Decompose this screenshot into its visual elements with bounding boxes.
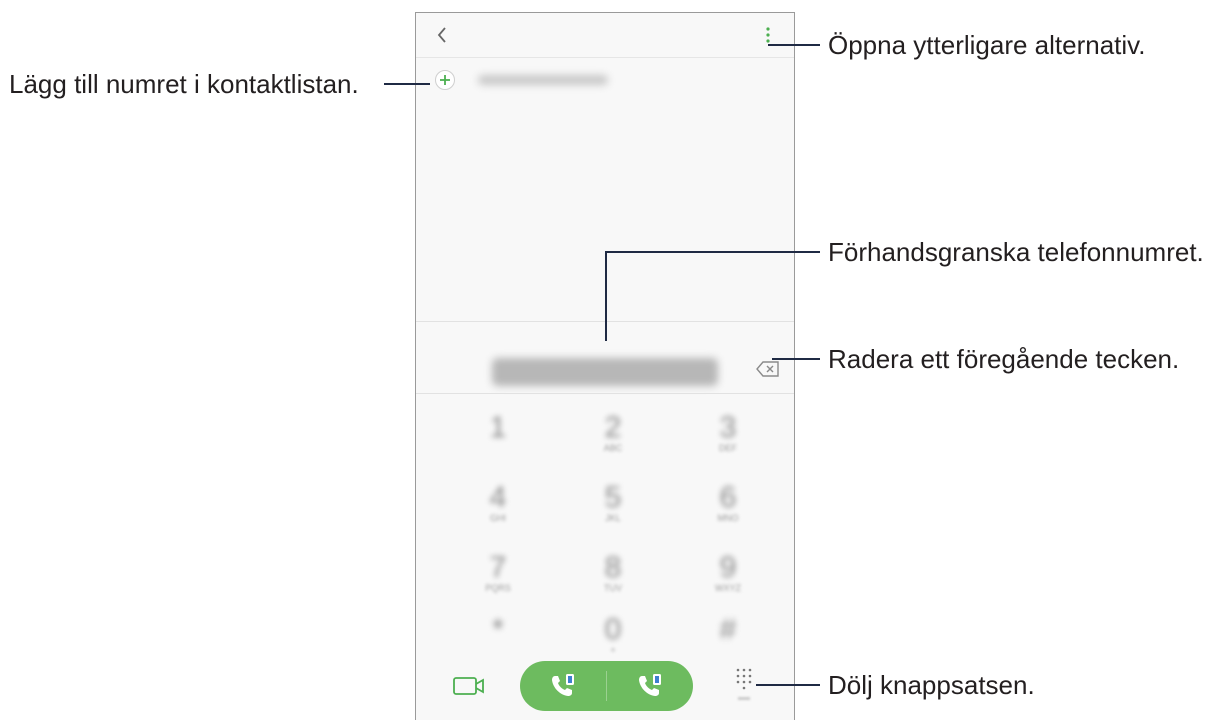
annotation-preview-number: Förhandsgranska telefonnumret. xyxy=(828,237,1204,267)
more-options-button[interactable] xyxy=(762,25,774,45)
backspace-button[interactable] xyxy=(755,360,781,378)
keypad-key[interactable]: 3 DEF xyxy=(706,411,750,454)
call-sim1-button[interactable] xyxy=(520,661,606,711)
leader-preview-number-v xyxy=(605,251,607,341)
annotation-more-options: Öppna ytterligare alternativ. xyxy=(828,30,1146,60)
keypad-letters: GHI xyxy=(489,513,506,523)
video-call-button[interactable] xyxy=(452,675,486,697)
leader-hide-keypad xyxy=(756,684,820,686)
keypad-digit: 3 xyxy=(719,411,737,444)
call-sim2-button[interactable] xyxy=(607,661,693,711)
more-vertical-icon xyxy=(766,27,770,43)
app-header xyxy=(416,13,794,58)
annotation-hide-keypad: Dölj knappsatsen. xyxy=(828,670,1035,700)
keypad-digit: 5 xyxy=(604,481,622,514)
video-camera-icon xyxy=(453,677,484,695)
keypad-letters: JKL xyxy=(605,513,621,523)
hide-keypad-button[interactable] xyxy=(732,665,756,705)
keypad-letters: ABC xyxy=(603,443,623,453)
keypad-digit: # xyxy=(719,613,737,646)
keypad-digit: 8 xyxy=(604,551,622,584)
back-button[interactable] xyxy=(434,25,452,45)
phone-number-preview xyxy=(492,358,718,386)
keypad-key[interactable]: 4 GHI xyxy=(476,481,520,524)
chevron-left-icon xyxy=(437,27,446,43)
backspace-icon xyxy=(756,361,779,377)
keypad-letters: TUV xyxy=(604,583,622,593)
keypad-digit: 4 xyxy=(489,481,507,514)
keypad-digit: 2 xyxy=(604,411,622,444)
keypad-key[interactable]: 9 WXYZ xyxy=(706,551,750,594)
leader-add-contact xyxy=(384,83,430,85)
keypad-key[interactable]: 0 + xyxy=(591,613,635,656)
leader-more-options xyxy=(768,44,820,46)
phone-sim-icon xyxy=(552,674,574,696)
keypad-key[interactable]: 7 PQRS xyxy=(476,551,520,594)
keypad-letters: MNO xyxy=(717,513,739,523)
leader-delete-char xyxy=(772,358,820,360)
plus-circle-icon xyxy=(435,70,455,90)
annotation-delete-char: Radera ett föregående tecken. xyxy=(828,344,1180,374)
keypad-grid-icon xyxy=(736,668,752,700)
keypad-key[interactable]: # xyxy=(706,615,750,645)
divider xyxy=(416,393,794,394)
keypad-letters: DEF xyxy=(719,443,737,453)
keypad-key[interactable]: * xyxy=(476,615,520,645)
keypad-key[interactable]: 8 TUV xyxy=(591,551,635,594)
keypad-letters: PQRS xyxy=(485,583,511,593)
keypad-digit: * xyxy=(492,613,504,646)
keypad-digit: 1 xyxy=(489,411,507,444)
keypad-digit: 0 xyxy=(604,613,622,646)
dialer-screen: 1 2 ABC 3 DEF 4 GHI 5 JKL 6 MNO 7 PQRS 8 TUV 9 WXYZ * 0 + # xyxy=(415,12,795,720)
add-contact-label-blurred xyxy=(478,75,608,85)
leader-preview-number-h xyxy=(606,251,820,253)
keypad-key[interactable]: 5 JKL xyxy=(591,481,635,524)
keypad-letters: + xyxy=(610,645,616,655)
keypad-digit: 6 xyxy=(719,481,737,514)
annotation-add-contact: Lägg till numret i kontaktlistan. xyxy=(9,69,359,99)
keypad-key[interactable]: 1 xyxy=(476,413,520,443)
phone-sim-icon xyxy=(639,674,661,696)
add-to-contacts-row[interactable] xyxy=(434,69,634,93)
keypad-key[interactable]: 2 ABC xyxy=(591,411,635,454)
keypad-digit: 7 xyxy=(489,551,507,584)
keypad-letters: WXYZ xyxy=(715,583,741,593)
keypad-key[interactable]: 6 MNO xyxy=(706,481,750,524)
keypad-digit: 9 xyxy=(719,551,737,584)
call-buttons xyxy=(520,661,693,711)
